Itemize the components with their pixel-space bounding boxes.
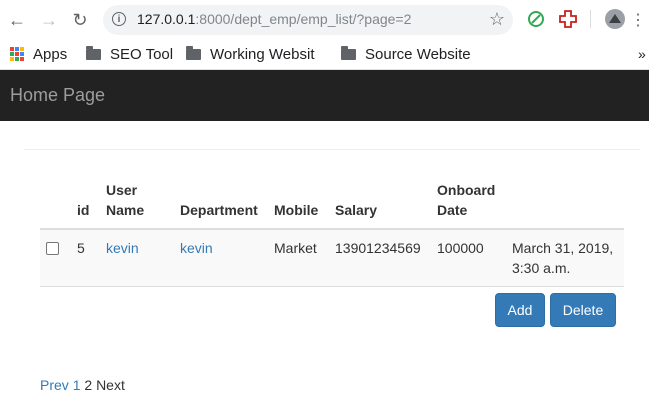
bookmark-working-website[interactable]: Working Websit xyxy=(186,43,326,65)
cell-date: March 31, 2019, 3:30 a.m. xyxy=(506,229,624,287)
current-page: 2 xyxy=(84,377,93,393)
menu-kebab-icon[interactable]: ⋮ xyxy=(624,6,649,34)
bookmark-star-icon[interactable]: ☆ xyxy=(489,9,505,30)
info-icon[interactable]: i xyxy=(112,12,126,26)
navbar-brand[interactable]: Home Page xyxy=(10,85,105,106)
folder-icon xyxy=(341,45,356,60)
profile-avatar[interactable] xyxy=(604,8,626,30)
delete-button[interactable]: Delete xyxy=(550,293,616,327)
cell-user-name: kevin xyxy=(100,229,174,287)
forward-arrow-icon[interactable]: → xyxy=(35,6,63,34)
add-button[interactable]: Add xyxy=(495,293,545,327)
bookmarks-bar: Apps SEO Tool Working Websit Source Webs… xyxy=(0,40,649,70)
header-extra xyxy=(506,172,624,230)
header-department: Department xyxy=(174,172,268,230)
page-1-link[interactable]: 1 xyxy=(73,377,81,393)
bookmark-label: Source Website xyxy=(365,45,471,63)
extension-green-icon[interactable] xyxy=(526,9,546,29)
cell-onboard: 100000 xyxy=(431,229,506,287)
employee-table: id User Name Department Mobile Salary On… xyxy=(40,172,624,287)
prev-page-link[interactable]: Prev xyxy=(40,377,69,393)
table-row: 5 kevin kevin Market 13901234569 100000 … xyxy=(40,229,624,287)
url-text: 127.0.0.1:8000/dept_emp/emp_list/?page=2 xyxy=(137,11,412,27)
next-page-label: Next xyxy=(96,377,125,393)
folder-icon xyxy=(186,45,201,60)
header-select xyxy=(40,172,71,230)
bookmark-label: SEO Tool xyxy=(110,45,174,63)
bookmark-source-website[interactable]: Source Website xyxy=(341,43,471,65)
bookmarks-overflow-icon[interactable]: » xyxy=(638,43,646,65)
toolbar-divider xyxy=(590,10,591,28)
folder-icon xyxy=(86,45,101,60)
department-link[interactable]: kevin xyxy=(180,240,213,256)
reload-icon[interactable]: ↻ xyxy=(66,6,94,34)
header-salary: Salary xyxy=(329,172,431,230)
bookmark-apps[interactable]: Apps xyxy=(10,43,67,65)
user-name-link[interactable]: kevin xyxy=(106,240,139,256)
bookmark-label: Working Websit xyxy=(210,45,315,63)
header-id: id xyxy=(71,172,100,230)
cell-mobile: Market xyxy=(268,229,329,287)
table-header-row: id User Name Department Mobile Salary On… xyxy=(40,172,624,230)
divider xyxy=(24,149,640,150)
cell-department: kevin xyxy=(174,229,268,287)
browser-toolbar: ← → ↻ i 127.0.0.1:8000/dept_emp/emp_list… xyxy=(0,0,649,40)
cell-salary: 13901234569 xyxy=(329,229,431,287)
extension-red-icon[interactable] xyxy=(558,9,578,29)
cell-id: 5 xyxy=(71,229,100,287)
back-arrow-icon[interactable]: ← xyxy=(3,6,31,34)
pagination: Prev 1 2 Next xyxy=(40,377,125,393)
row-select-cell xyxy=(40,229,71,287)
address-bar[interactable]: i 127.0.0.1:8000/dept_emp/emp_list/?page… xyxy=(103,5,513,35)
row-checkbox[interactable] xyxy=(46,242,59,255)
header-user-name: User Name xyxy=(100,172,174,230)
header-onboard-date: Onboard Date xyxy=(431,172,506,230)
bookmark-seo-tool[interactable]: SEO Tool xyxy=(86,43,173,65)
header-mobile: Mobile xyxy=(268,172,329,230)
bookmark-apps-label: Apps xyxy=(33,45,68,63)
apps-grid-icon xyxy=(10,47,24,61)
navbar: Home Page xyxy=(0,70,649,121)
